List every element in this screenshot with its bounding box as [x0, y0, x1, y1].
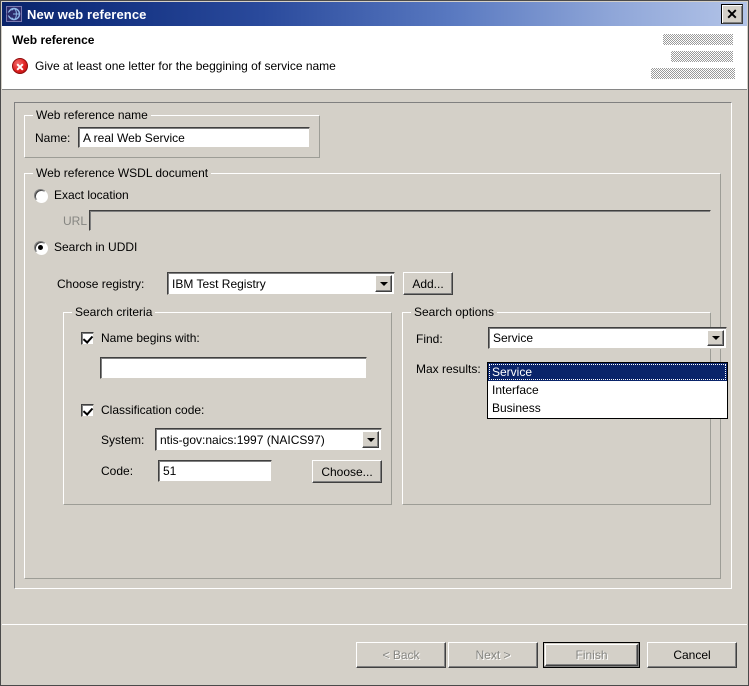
url-input[interactable] — [89, 210, 711, 231]
back-button-label: < Back — [382, 648, 420, 662]
back-button[interactable]: < Back — [356, 642, 446, 668]
choose-code-button[interactable]: Choose... — [312, 460, 382, 483]
banner-bar-2 — [671, 51, 733, 62]
finish-button-label: Finish — [575, 648, 608, 662]
error-icon — [12, 58, 28, 74]
window-title: New web reference — [27, 6, 147, 22]
finish-button[interactable]: Finish — [543, 642, 640, 668]
add-registry-button[interactable]: Add... — [403, 272, 453, 295]
web-reference-icon — [6, 6, 22, 22]
wizard-header: Web reference Give at least one letter f… — [2, 26, 747, 90]
name-begins-with-input[interactable] — [100, 357, 367, 379]
web-reference-name-group: Web reference name Name: A real Web Serv… — [24, 108, 320, 158]
find-option-service[interactable]: Service — [488, 363, 727, 381]
checkbox-classification-code-label: Classification code: — [101, 403, 205, 417]
find-option-business[interactable]: Business — [488, 399, 727, 417]
banner-bar-1 — [663, 34, 733, 45]
search-criteria-group: Search criteria Name begins with: Classi… — [63, 305, 392, 505]
cancel-button[interactable]: Cancel — [647, 642, 737, 668]
name-input[interactable]: A real Web Service — [78, 127, 310, 148]
choose-registry-label: Choose registry: — [57, 277, 145, 291]
find-label: Find: — [416, 332, 443, 346]
url-label: URL — [63, 214, 88, 228]
radio-exact-location-label: Exact location — [54, 188, 129, 202]
radio-exact-location[interactable] — [34, 189, 47, 202]
system-combo[interactable]: ntis-gov:naics:1997 (NAICS97) — [155, 428, 382, 451]
status-message-row: Give at least one letter for the beggini… — [12, 58, 336, 74]
title-bar: New web reference ✕ — [2, 2, 747, 26]
find-dropdown-list[interactable]: Service Interface Business — [487, 362, 728, 419]
cancel-button-label: Cancel — [673, 648, 711, 662]
checkbox-name-begins-with-label: Name begins with: — [101, 331, 200, 345]
next-button[interactable]: Next > — [448, 642, 538, 668]
radio-search-uddi-label: Search in UDDI — [54, 240, 138, 254]
radio-search-uddi[interactable] — [34, 241, 47, 254]
find-combo[interactable]: Service — [488, 327, 727, 349]
page-title: Web reference — [12, 33, 95, 47]
find-combo-value: Service — [493, 331, 534, 345]
wsdl-document-group: Web reference WSDL document Exact locati… — [24, 166, 728, 579]
system-label: System: — [101, 433, 145, 447]
checkbox-classification-code[interactable] — [81, 404, 94, 417]
status-message: Give at least one letter for the beggini… — [35, 59, 336, 73]
search-criteria-legend: Search criteria — [72, 305, 156, 319]
code-label: Code: — [101, 464, 134, 478]
wsdl-document-legend: Web reference WSDL document — [33, 166, 212, 180]
search-options-legend: Search options — [411, 305, 498, 319]
checkbox-name-begins-with[interactable] — [81, 332, 94, 345]
find-option-interface[interactable]: Interface — [488, 381, 727, 399]
registry-combo-value: IBM Test Registry — [172, 276, 266, 291]
code-input[interactable]: 51 — [158, 460, 272, 482]
new-web-reference-dialog: New web reference ✕ Web reference Give a… — [0, 0, 749, 686]
max-results-label: Max results: — [416, 362, 481, 376]
banner-bar-3 — [651, 68, 735, 79]
close-icon[interactable]: ✕ — [721, 4, 743, 24]
chevron-down-icon[interactable] — [375, 275, 392, 292]
name-label: Name: — [35, 131, 71, 145]
system-combo-value: ntis-gov:naics:1997 (NAICS97) — [160, 432, 325, 447]
registry-combo[interactable]: IBM Test Registry — [167, 272, 395, 295]
dialog-button-bar: < Back Next > Finish Cancel — [2, 624, 747, 685]
next-button-label: Next > — [475, 648, 511, 662]
banner-graphic — [651, 34, 747, 85]
content-frame: Web reference name Name: A real Web Serv… — [14, 102, 732, 589]
chevron-down-icon[interactable] — [362, 431, 379, 448]
dialog-body: Web reference name Name: A real Web Serv… — [2, 91, 747, 624]
chevron-down-icon[interactable] — [707, 330, 724, 346]
web-reference-name-legend: Web reference name — [33, 108, 151, 122]
